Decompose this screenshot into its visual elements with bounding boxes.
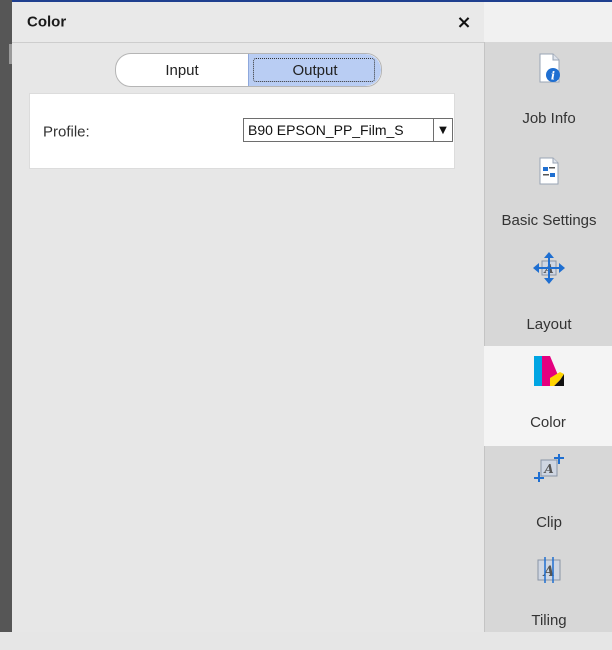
sidebar-tab-label: Color xyxy=(530,414,566,431)
clip-icon: A xyxy=(534,454,564,482)
tiling-icon: A xyxy=(537,557,561,583)
sidebar-tab-group-upper: i Job Info Basic Settings A xyxy=(484,42,612,346)
sidebar-tab-group-lower: A Clip A Tiling xyxy=(484,446,612,632)
layout-icon: A xyxy=(533,252,565,284)
sidebar-tab-basic-settings[interactable]: Basic Settings xyxy=(485,142,612,242)
profile-dropdown[interactable]: B90 EPSON_PP_Film_S ▼ xyxy=(243,118,453,142)
svg-text:A: A xyxy=(543,462,553,476)
sidebar-tab-layout[interactable]: A Layout xyxy=(485,246,612,346)
close-icon: × xyxy=(456,11,472,33)
right-sidebar: i Job Info Basic Settings A xyxy=(484,2,612,632)
profile-label: Profile: xyxy=(43,123,90,141)
profile-section: Profile: B90 EPSON_PP_Film_S ▼ xyxy=(29,93,455,169)
panel-header: Color × xyxy=(12,2,484,43)
close-button[interactable]: × xyxy=(452,10,476,34)
sidebar-tab-clip[interactable]: A Clip xyxy=(485,446,612,546)
sidebar-tab-label: Layout xyxy=(526,316,572,333)
sidebar-tab-tiling[interactable]: A Tiling xyxy=(485,550,612,650)
sidebar-tab-label: Job Info xyxy=(522,110,576,127)
svg-text:i: i xyxy=(551,70,555,83)
sidebar-tab-label: Basic Settings xyxy=(501,212,597,229)
input-output-toggle: Input Output xyxy=(115,53,382,87)
profile-dropdown-value: B90 EPSON_PP_Film_S xyxy=(248,122,404,138)
color-icon xyxy=(534,356,564,386)
color-panel: Color × Input Output Profile: B90 EPSON_… xyxy=(12,2,485,632)
left-edge-strip xyxy=(0,0,12,632)
panel-title: Color xyxy=(27,13,67,31)
job-info-icon: i xyxy=(539,53,560,83)
output-tab-button[interactable]: Output xyxy=(248,54,381,86)
sidebar-tab-job-info[interactable]: i Job Info xyxy=(485,42,612,142)
sidebar-tab-label: Clip xyxy=(536,514,562,531)
basic-settings-icon xyxy=(539,157,559,185)
sidebar-top-spacer xyxy=(484,2,612,42)
input-tab-button[interactable]: Input xyxy=(116,54,248,86)
dropdown-arrow-icon[interactable]: ▼ xyxy=(433,119,452,141)
sidebar-tab-label: Tiling xyxy=(531,612,567,629)
sidebar-tab-color[interactable]: Color xyxy=(484,346,612,446)
